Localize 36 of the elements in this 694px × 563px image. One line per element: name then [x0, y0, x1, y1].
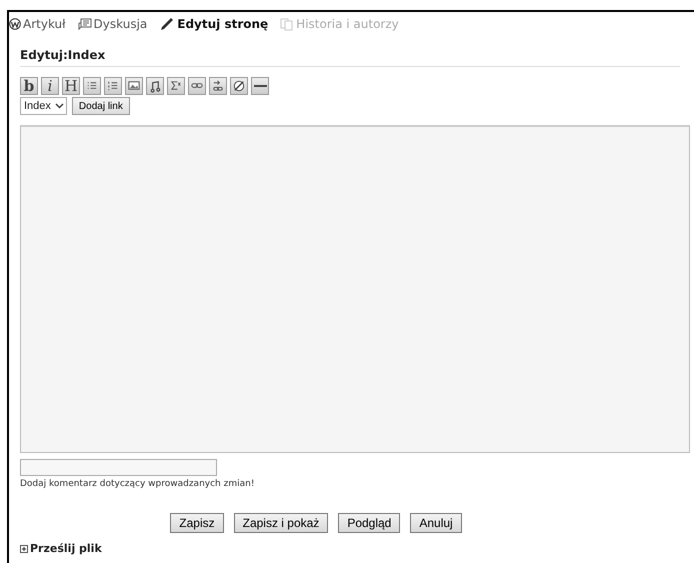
- action-button[interactable]: Zapisz i pokaż: [234, 513, 328, 533]
- action-button[interactable]: Anuluj: [410, 513, 462, 533]
- toolbar-button[interactable]: [230, 77, 248, 95]
- toolbar-button[interactable]: [125, 77, 143, 95]
- summary-input[interactable]: [20, 459, 217, 476]
- crossed-globe-icon: [232, 79, 246, 93]
- action-button[interactable]: Podgląd: [338, 513, 400, 533]
- music-note-icon: [148, 79, 162, 93]
- toolbar-button[interactable]: [188, 77, 206, 95]
- chevron-down-icon: [54, 103, 64, 109]
- format-button[interactable]: H: [62, 77, 80, 95]
- pencil-icon: [159, 17, 176, 31]
- page-tab[interactable]: Artykuł: [9, 17, 66, 31]
- add-link-button[interactable]: Dodaj link: [72, 97, 130, 115]
- format-button[interactable]: i: [41, 77, 59, 95]
- toolbar-button[interactable]: [104, 77, 122, 95]
- summary-hint: Dodaj komentarz dotyczący wprowadzanych zmian!: [20, 479, 256, 489]
- page-tab[interactable]: Edytuj stronę: [159, 17, 268, 31]
- upload-label: Prześlij plik: [30, 542, 102, 555]
- globe-icon: [9, 18, 21, 30]
- toolbar-button[interactable]: [251, 77, 269, 95]
- toolbar-button[interactable]: [83, 77, 101, 95]
- page-select[interactable]: Index: [20, 97, 67, 115]
- pages-icon: [280, 18, 294, 30]
- action-button[interactable]: Zapisz: [170, 513, 224, 533]
- page-heading: Edytuj:Index: [20, 48, 680, 67]
- toolbar-button[interactable]: [167, 77, 185, 95]
- upload-toggle[interactable]: Prześlij plik: [20, 542, 694, 555]
- speech-bubble-icon: [78, 18, 92, 30]
- link-arrow-icon: [211, 79, 225, 93]
- horizontal-rule-icon: [254, 85, 266, 87]
- toolbar-button[interactable]: [146, 77, 164, 95]
- numbered-list-icon: [106, 79, 120, 93]
- format-button[interactable]: b: [20, 77, 38, 95]
- toolbar-button[interactable]: [209, 77, 227, 95]
- page-tab[interactable]: Dyskusja: [78, 17, 148, 31]
